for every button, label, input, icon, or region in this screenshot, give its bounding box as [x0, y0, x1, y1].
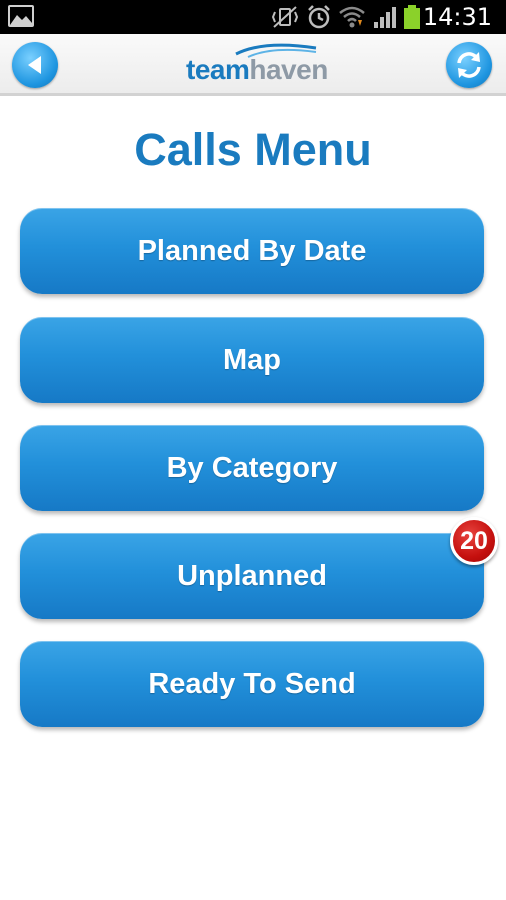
page-title: Calls Menu — [134, 124, 372, 175]
ready-to-send-button[interactable]: Ready To Send — [20, 641, 484, 727]
clock-time: 14:31 — [422, 3, 492, 31]
refresh-icon — [457, 52, 481, 78]
image-icon — [8, 5, 34, 27]
logo-text-team: team — [186, 54, 250, 85]
battery-icon — [404, 5, 420, 29]
app-header: teamhaven — [0, 34, 506, 96]
status-bar: 14:31 — [0, 0, 506, 34]
back-arrow-icon — [28, 56, 41, 74]
refresh-button[interactable] — [446, 42, 492, 88]
logo-text-haven: haven — [249, 54, 328, 85]
signal-icon — [374, 7, 396, 28]
unplanned-count-badge: 20 — [450, 517, 498, 565]
map-button[interactable]: Map — [20, 317, 484, 403]
teamhaven-logo: teamhaven — [186, 42, 328, 88]
vibrate-off-icon — [271, 6, 299, 28]
unplanned-button[interactable]: Unplanned — [20, 533, 484, 619]
alarm-icon — [308, 5, 330, 29]
by-category-button[interactable]: By Category — [20, 425, 484, 511]
back-button[interactable] — [12, 42, 58, 88]
wifi-icon — [339, 6, 365, 28]
planned-by-date-button[interactable]: Planned By Date — [20, 208, 484, 294]
